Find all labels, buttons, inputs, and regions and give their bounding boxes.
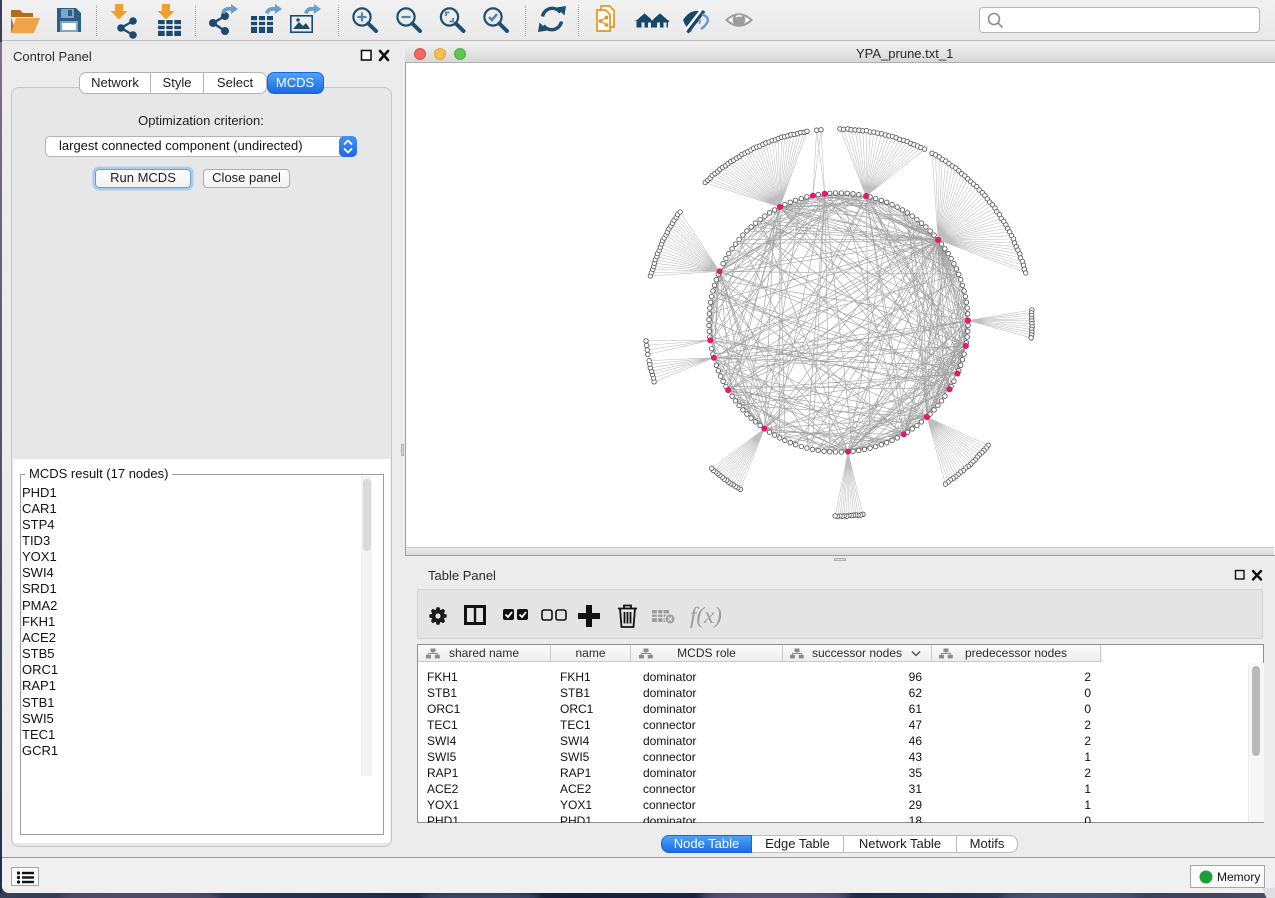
svg-text:f(x): f(x) xyxy=(690,603,722,628)
